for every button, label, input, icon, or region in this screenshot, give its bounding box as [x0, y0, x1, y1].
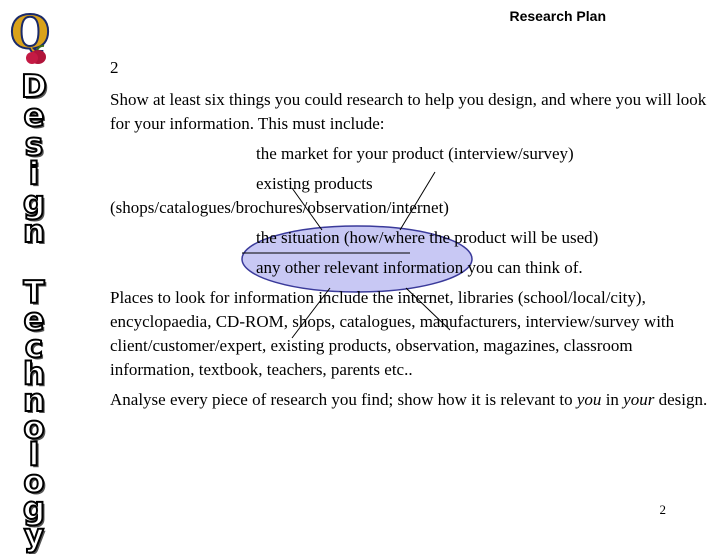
sidebar-letter: l: [28, 437, 41, 473]
list-item-continued: (shops/catalogues/brochures/observation/…: [110, 198, 449, 217]
sidebar-letter: y: [23, 518, 45, 554]
list-item: any other relevant information you can t…: [256, 258, 583, 277]
analyse-emphasis-you: you: [576, 390, 602, 409]
sidebar-letter: c: [24, 329, 44, 365]
sidebar-letter: g: [22, 185, 46, 221]
body-text: 2 Show at least six things you could res…: [110, 56, 710, 412]
list-item: existing products: [256, 174, 373, 193]
list-item: the market for your product (interview/s…: [256, 144, 574, 163]
analyse-emphasis-your: your: [623, 390, 655, 409]
list-item: the situation (how/where the product wil…: [256, 228, 599, 247]
analyse-text: design.: [654, 390, 708, 409]
sidebar-word-design: D e s i g n: [2, 69, 66, 250]
analyse-text: in: [601, 390, 624, 409]
sidebar-letter: D: [20, 69, 48, 105]
sidebar-letter: h: [22, 356, 46, 392]
sidebar-letter: o: [22, 464, 45, 500]
header-title: Research Plan: [509, 8, 607, 24]
sidebar-letter: T: [22, 275, 45, 311]
sidebar-letter: i: [28, 156, 41, 192]
places-paragraph: Places to look for information include t…: [110, 288, 675, 379]
sidebar-letter: g: [22, 491, 46, 527]
sidebar-letter: n: [22, 383, 46, 419]
slide: Q Research Plan D e s i g n T e c h n o …: [0, 0, 728, 554]
sidebar-letter: s: [24, 127, 45, 163]
q-apple-logo-icon: Q: [4, 4, 54, 66]
analyse-text: Analyse every piece of research you find…: [110, 390, 577, 409]
sidebar-letter: n: [22, 214, 46, 250]
intro-paragraph: Show at least six things you could resea…: [110, 90, 707, 133]
analyse-paragraph: Analyse every piece of research you find…: [110, 388, 710, 412]
page-number: 2: [659, 502, 667, 517]
sidebar-letter: e: [22, 98, 45, 134]
slide-number-label: 2: [110, 58, 119, 77]
sidebar-word-technology: T e c h n o l o g y: [2, 275, 66, 554]
svg-text:Q: Q: [10, 5, 50, 59]
sidebar-letter: e: [22, 302, 45, 338]
sidebar-letter: o: [22, 410, 45, 446]
